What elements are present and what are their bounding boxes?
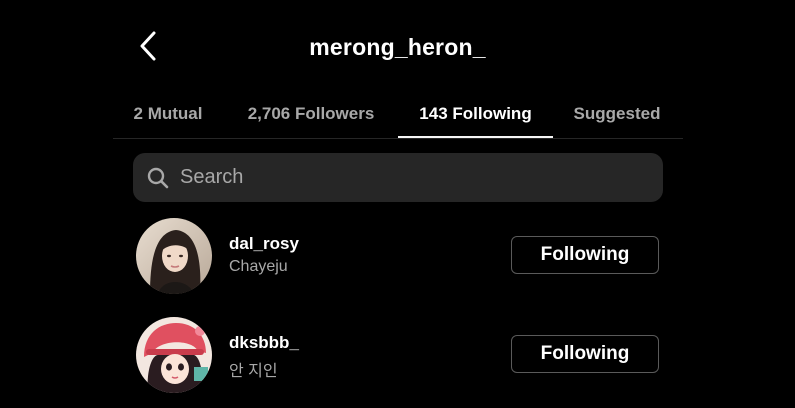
- search-input[interactable]: [178, 165, 642, 190]
- following-button[interactable]: Following: [511, 335, 659, 373]
- full-name: 안 지인: [229, 363, 278, 380]
- username[interactable]: dksbbb_: [229, 333, 299, 353]
- tab-mutual[interactable]: 2 Mutual: [129, 90, 207, 137]
- username[interactable]: dal_rosy: [229, 234, 299, 254]
- full-name: Chayeju: [229, 258, 288, 275]
- tab-followers[interactable]: 2,706 Followers: [241, 90, 381, 137]
- search-icon: [146, 166, 170, 190]
- page-title: merong_heron_: [309, 34, 486, 60]
- avatar[interactable]: [136, 317, 212, 393]
- following-button[interactable]: Following: [511, 236, 659, 274]
- list-item[interactable]: dksbbb_ 안 지인 Following: [133, 317, 663, 401]
- avatar[interactable]: [136, 218, 212, 294]
- tab-following[interactable]: 143 Following: [398, 90, 553, 138]
- tab-bar: 2 Mutual 2,706 Followers 143 Following S…: [113, 90, 683, 139]
- top-bar: merong_heron_: [0, 0, 795, 90]
- list-item[interactable]: dal_rosy Chayeju Following: [133, 218, 663, 302]
- tab-suggested[interactable]: Suggested: [567, 90, 667, 137]
- search-bar[interactable]: [133, 153, 663, 202]
